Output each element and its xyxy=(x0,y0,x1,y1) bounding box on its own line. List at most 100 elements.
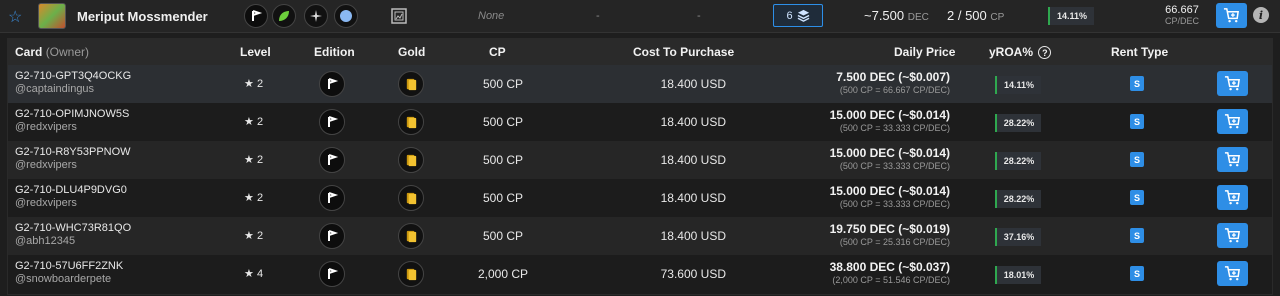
owner-name[interactable]: @captaindingus xyxy=(15,83,131,96)
col-yroa[interactable]: yROA% ? xyxy=(989,45,1052,60)
card-id[interactable]: G2-710-R8Y53PPNOW xyxy=(15,146,131,159)
favorite-star-icon[interactable]: ☆ xyxy=(8,7,22,27)
add-to-cart-button[interactable] xyxy=(1217,109,1248,135)
roa-cell: 28.22% xyxy=(995,151,1041,170)
roa-badge: 37.16% xyxy=(995,228,1041,246)
roa-cell: 37.16% xyxy=(995,227,1041,246)
col-card-label: Card xyxy=(15,45,43,59)
table-row[interactable]: G2-710-OPIMJNOW5S @redxvipers ★ 2 500 CP… xyxy=(8,103,1272,141)
level-cell: ★ 2 xyxy=(244,191,263,204)
col-level[interactable]: Level xyxy=(240,45,271,59)
edition-icon xyxy=(319,147,345,173)
add-to-cart-button[interactable] xyxy=(1217,71,1248,97)
cp-per-dec-note: (500 CP = 33.333 CP/DEC) xyxy=(839,123,950,133)
layers-icon xyxy=(797,9,809,22)
add-to-cart-button[interactable] xyxy=(1217,261,1248,287)
listing-count-button[interactable]: 6 xyxy=(773,4,823,27)
cp-per-dec-value: 66.667 xyxy=(1165,4,1199,16)
level-value: 2 xyxy=(256,154,264,166)
cp-per-dec-note: (2,000 CP = 51.546 CP/DEC) xyxy=(832,275,950,285)
card-id[interactable]: G2-710-DLU4P9DVG0 xyxy=(15,184,127,197)
col-gold[interactable]: Gold xyxy=(398,45,425,59)
add-to-cart-button[interactable] xyxy=(1216,3,1247,28)
rent-type-badge: S xyxy=(1130,152,1144,167)
level-cell: ★ 2 xyxy=(244,229,263,242)
edition-icon xyxy=(319,71,345,97)
collection-power-value: 2 / 500 xyxy=(947,8,987,23)
cost-value: 18.400 USD xyxy=(660,115,726,129)
card-thumbnail[interactable] xyxy=(38,3,66,29)
daily-price-cell: 19.750 DEC (~$0.019) (500 CP = 25.316 CP… xyxy=(788,222,950,247)
add-to-cart-button[interactable] xyxy=(1217,147,1248,173)
level-cell: ★ 2 xyxy=(244,77,263,90)
edition-icon xyxy=(319,109,345,135)
col-card[interactable]: Card (Owner) xyxy=(15,45,89,59)
edition-icon xyxy=(319,223,345,249)
roa-badge: 18.01% xyxy=(995,266,1041,284)
col-cost[interactable]: Cost To Purchase xyxy=(633,45,734,59)
level-value: 4 xyxy=(256,268,264,280)
cart-icon xyxy=(1224,152,1240,167)
daily-price: 7.500 DEC (~$0.007) xyxy=(836,70,950,84)
lowest-price: ~7.500 DEC xyxy=(864,8,929,23)
owner-name[interactable]: @snowboarderpete xyxy=(15,273,123,286)
card-id[interactable]: G2-710-57U6FF2ZNK xyxy=(15,260,123,273)
level-cell: ★ 2 xyxy=(244,153,263,166)
compass-icon xyxy=(304,4,328,28)
table-row[interactable]: G2-710-57U6FF2ZNK @snowboarderpete ★ 4 2… xyxy=(8,255,1272,293)
cp-value: 500 CP xyxy=(482,229,524,243)
frame-icon xyxy=(391,8,407,24)
cp-per-dec-unit: CP/DEC xyxy=(1164,16,1199,26)
daily-price-cell: 15.000 DEC (~$0.014) (500 CP = 33.333 CP… xyxy=(788,108,950,133)
cost-value: 18.400 USD xyxy=(660,153,726,167)
lowest-price-unit: DEC xyxy=(907,12,929,23)
cost-value: 18.400 USD xyxy=(660,229,726,243)
card-id[interactable]: G2-710-WHC73R81QO xyxy=(15,222,131,235)
card-cell: G2-710-GPT3Q4OCKG @captaindingus xyxy=(15,70,131,96)
owner-name[interactable]: @abh12345 xyxy=(15,235,131,248)
level-star-icon: ★ xyxy=(244,116,254,128)
card-id[interactable]: G2-710-OPIMJNOW5S xyxy=(15,108,129,121)
level-star-icon: ★ xyxy=(244,78,254,90)
owner-name[interactable]: @redxvipers xyxy=(15,121,129,134)
roa-cell: 14.11% xyxy=(995,75,1041,94)
level-star-icon: ★ xyxy=(244,154,254,166)
edition-icon xyxy=(319,261,345,287)
cp-per-dec: 66.667 CP/DEC xyxy=(1162,4,1202,26)
roa-badge: 14.11% xyxy=(995,76,1041,94)
table-row[interactable]: G2-710-R8Y53PPNOW @redxvipers ★ 2 500 CP… xyxy=(8,141,1272,179)
table-row[interactable]: G2-710-WHC73R81QO @abh12345 ★ 2 500 CP 1… xyxy=(8,217,1272,255)
owner-name[interactable]: @redxvipers xyxy=(15,197,127,210)
col-yroa-label: yROA% xyxy=(989,45,1034,59)
rent-type-badge: S xyxy=(1130,190,1144,205)
col-cp[interactable]: CP xyxy=(489,45,506,59)
collection-power-unit: CP xyxy=(990,12,1005,23)
cost-value: 18.400 USD xyxy=(660,191,726,205)
col-daily-price[interactable]: Daily Price xyxy=(894,45,955,59)
gold-foil-icon xyxy=(398,147,424,173)
cp-value: 500 CP xyxy=(482,191,524,205)
cart-icon xyxy=(1224,228,1240,243)
level-cell: ★ 2 xyxy=(244,115,263,128)
table-row[interactable]: G2-710-GPT3Q4OCKG @captaindingus ★ 2 500… xyxy=(8,65,1272,103)
gold-foil-icon xyxy=(398,71,424,97)
col-owner-label: (Owner) xyxy=(45,45,90,59)
add-to-cart-button[interactable] xyxy=(1217,185,1248,211)
table-row[interactable]: G2-710-DLU4P9DVG0 @redxvipers ★ 2 500 CP… xyxy=(8,179,1272,217)
level-value: 2 xyxy=(256,78,264,90)
col-rent-type[interactable]: Rent Type xyxy=(1111,45,1168,59)
card-id[interactable]: G2-710-GPT3Q4OCKG xyxy=(15,70,131,83)
daily-price-cell: 15.000 DEC (~$0.014) (500 CP = 33.333 CP… xyxy=(788,146,950,171)
add-to-cart-button[interactable] xyxy=(1217,223,1248,249)
listing-count: 6 xyxy=(786,9,793,22)
cost-value: 18.400 USD xyxy=(660,77,726,91)
owner-name[interactable]: @redxvipers xyxy=(15,159,131,172)
card-cell: G2-710-OPIMJNOW5S @redxvipers xyxy=(15,108,129,134)
cart-icon xyxy=(1224,190,1240,205)
edition-icon xyxy=(244,4,268,28)
element-circle-icon xyxy=(334,4,358,28)
help-icon[interactable]: ? xyxy=(1038,46,1052,60)
level-star-icon: ★ xyxy=(244,192,254,204)
info-icon[interactable]: i xyxy=(1253,7,1269,23)
col-edition[interactable]: Edition xyxy=(314,45,355,59)
